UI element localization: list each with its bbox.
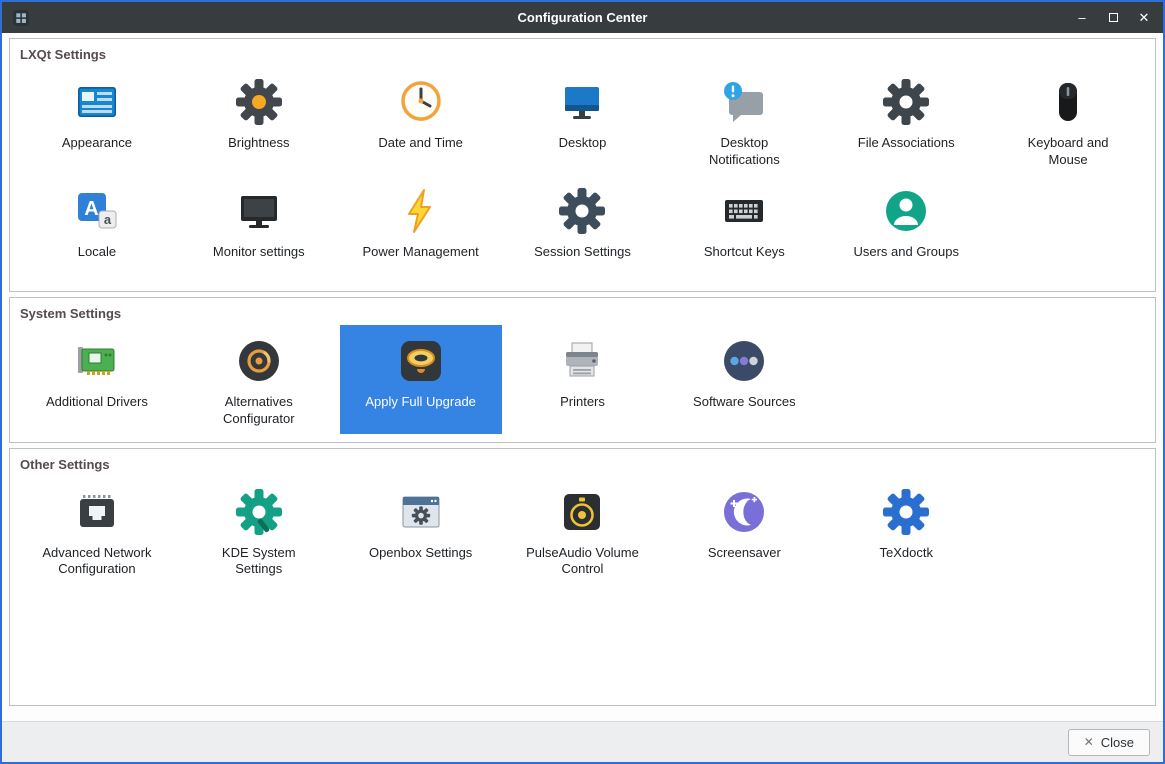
item-label: Advanced Network Configuration — [42, 544, 152, 577]
item-brightness[interactable]: Brightness — [178, 66, 340, 175]
lxqt-settings-grid: Appearance Brightness Date and Time Desk… — [16, 66, 1149, 283]
configuration-center-app-icon — [12, 9, 30, 27]
printers-icon — [558, 337, 606, 385]
item-date-and-time[interactable]: Date and Time — [340, 66, 502, 175]
footer: ✕ Close — [2, 721, 1163, 762]
item-kde-system-settings[interactable]: KDE System Settings — [178, 476, 340, 585]
minimize-button[interactable]: – — [1075, 11, 1089, 25]
shortcut-keys-icon — [720, 187, 768, 235]
brightness-icon — [235, 78, 283, 126]
item-label: Software Sources — [693, 393, 796, 409]
item-label: Apply Full Upgrade — [365, 393, 476, 409]
item-appearance[interactable]: Appearance — [16, 66, 178, 175]
window-title: Configuration Center — [517, 10, 648, 25]
section-system-settings: System Settings Additional Drivers Alter… — [9, 296, 1156, 443]
item-session-settings[interactable]: Session Settings — [502, 175, 664, 283]
titlebar-close-button[interactable]: ✕ — [1137, 11, 1151, 25]
item-screensaver[interactable]: Screensaver — [663, 476, 825, 585]
keyboard-mouse-icon — [1044, 78, 1092, 126]
svg-text:A: A — [84, 198, 98, 220]
kde-system-settings-icon — [235, 488, 283, 536]
item-label: Monitor settings — [212, 243, 305, 259]
item-label: KDE System Settings — [221, 544, 296, 577]
item-additional-drivers[interactable]: Additional Drivers — [16, 325, 178, 434]
item-desktop-notifications[interactable]: Desktop Notifications — [663, 66, 825, 175]
item-printers[interactable]: Printers — [502, 325, 664, 434]
item-label: Desktop — [558, 135, 607, 150]
additional-drivers-icon — [73, 337, 121, 385]
item-monitor-settings[interactable]: Monitor settings — [178, 175, 340, 283]
openbox-settings-icon — [397, 488, 445, 536]
item-label: Session Settings — [534, 243, 631, 259]
item-label: Appearance — [61, 135, 132, 150]
maximize-button[interactable] — [1106, 11, 1120, 25]
locale-icon: Aa — [73, 187, 121, 235]
item-label: Power Management — [362, 243, 479, 259]
item-keyboard-and-mouse[interactable]: Keyboard and Mouse — [987, 66, 1149, 175]
file-associations-icon — [882, 78, 930, 126]
item-label: TeXdoctk — [879, 544, 933, 560]
item-file-associations[interactable]: File Associations — [825, 66, 987, 175]
item-apply-full-upgrade[interactable]: Apply Full Upgrade — [339, 324, 502, 434]
item-pulseaudio-volume-control[interactable]: PulseAudio Volume Control — [502, 476, 664, 585]
section-label: Other Settings — [20, 456, 110, 472]
maximize-icon — [1108, 13, 1118, 22]
section-label: System Settings — [20, 305, 122, 321]
item-label: Locale — [77, 243, 117, 259]
item-locale[interactable]: Aa Locale — [16, 175, 178, 283]
item-advanced-network-configuration[interactable]: Advanced Network Configuration — [16, 476, 178, 585]
item-label: Printers — [560, 393, 605, 409]
close-button[interactable]: ✕ Close — [1067, 728, 1150, 756]
item-alternatives-configurator[interactable]: Alternatives Configurator — [178, 325, 340, 434]
item-desktop[interactable]: Desktop — [502, 66, 664, 175]
system-settings-grid: Additional Drivers Alternatives Configur… — [16, 324, 1149, 434]
item-label: Shortcut Keys — [703, 243, 785, 259]
item-label: Additional Drivers — [45, 393, 148, 409]
screensaver-icon — [720, 488, 768, 536]
software-sources-icon — [720, 337, 768, 385]
power-management-icon — [397, 187, 445, 235]
monitor-settings-icon — [235, 187, 283, 235]
pulseaudio-icon — [558, 488, 606, 536]
item-label: Openbox Settings — [368, 544, 473, 560]
item-label: PulseAudio Volume Control — [526, 544, 639, 577]
alternatives-configurator-icon — [235, 337, 283, 385]
item-texdoctk[interactable]: TeXdoctk — [825, 476, 987, 585]
item-label: File Associations — [857, 135, 955, 150]
session-settings-icon — [558, 187, 606, 235]
item-label: Users and Groups — [853, 243, 959, 259]
other-settings-grid: Advanced Network Configuration KDE Syste… — [16, 476, 1149, 585]
close-button-label: Close — [1100, 734, 1134, 750]
item-label: Date and Time — [378, 135, 463, 150]
section-label: LXQt Settings — [20, 47, 106, 62]
apply-full-upgrade-icon — [397, 337, 445, 385]
desktop-notifications-icon — [720, 78, 768, 126]
configuration-center-window: Configuration Center – ✕ LXQt Settings A… — [0, 0, 1165, 764]
item-shortcut-keys[interactable]: Shortcut Keys — [663, 175, 825, 283]
item-label: Keyboard and Mouse — [1027, 135, 1109, 167]
content-area: LXQt Settings Appearance Brightness Date… — [2, 33, 1163, 721]
item-software-sources[interactable]: Software Sources — [663, 325, 825, 434]
users-groups-icon — [882, 187, 930, 235]
date-time-icon — [397, 78, 445, 126]
close-icon: ✕ — [1083, 735, 1094, 749]
item-label: Brightness — [228, 135, 290, 150]
item-users-and-groups[interactable]: Users and Groups — [825, 175, 987, 283]
appearance-icon — [73, 78, 121, 126]
item-label: Screensaver — [707, 544, 781, 560]
desktop-icon — [558, 78, 606, 126]
item-label: Alternatives Configurator — [222, 393, 295, 426]
advanced-network-icon — [73, 488, 121, 536]
texdoctk-icon — [882, 488, 930, 536]
item-power-management[interactable]: Power Management — [340, 175, 502, 283]
item-openbox-settings[interactable]: Openbox Settings — [340, 476, 502, 585]
section-lxqt-settings: LXQt Settings Appearance Brightness Date… — [9, 38, 1156, 292]
item-label: Desktop Notifications — [708, 135, 780, 167]
section-other-settings: Other Settings Advanced Network Configur… — [9, 447, 1156, 706]
titlebar[interactable]: Configuration Center – ✕ — [2, 2, 1163, 33]
svg-text:a: a — [104, 212, 112, 227]
